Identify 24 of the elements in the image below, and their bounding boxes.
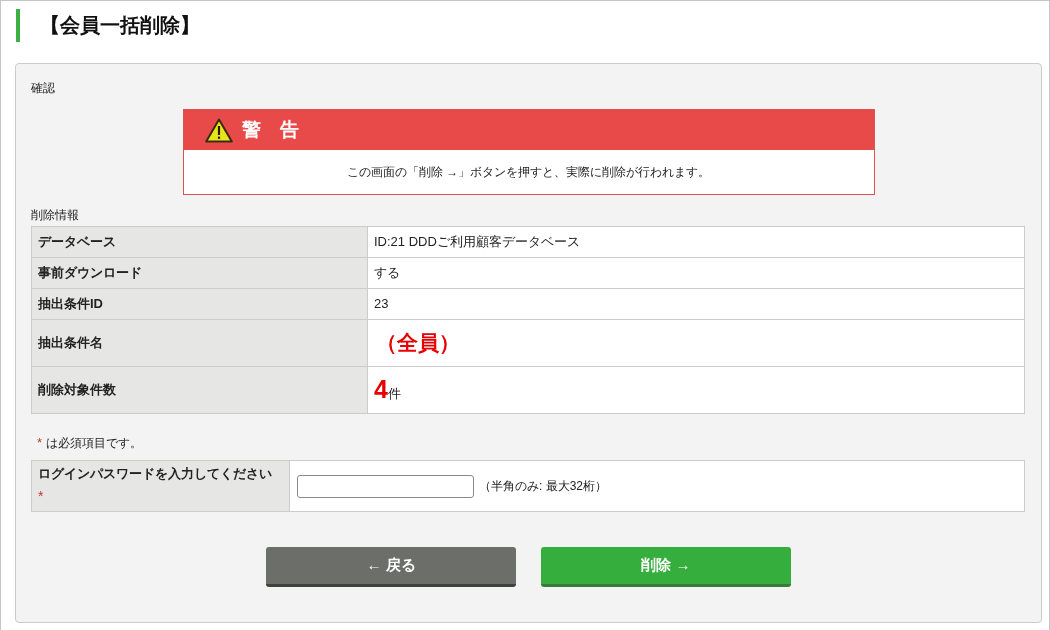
required-note: は必須項目です。 bbox=[46, 435, 143, 452]
page-title: 【会員一括削除】 bbox=[16, 9, 208, 42]
warning-icon bbox=[204, 117, 233, 143]
row-label: データベース bbox=[31, 226, 368, 258]
row-label: 事前ダウンロード bbox=[31, 257, 368, 289]
required-mark: * bbox=[38, 487, 44, 505]
password-field[interactable] bbox=[297, 474, 474, 498]
section-title: 確認 bbox=[31, 80, 55, 97]
warning-message: この画面の「削除 →」ボタンを押すと、実際に削除が行われます。 bbox=[345, 164, 712, 181]
delete-button[interactable]: 削除 → bbox=[541, 547, 791, 587]
table-cell: 4件 bbox=[367, 366, 1025, 414]
field-label: ログインパスワードを入力してください bbox=[38, 465, 273, 483]
table-cell: （全員） bbox=[367, 319, 1025, 367]
table-cell: する bbox=[367, 257, 1025, 289]
section-title: 削除情報 bbox=[31, 207, 79, 223]
warning-title: 警 告 bbox=[241, 118, 299, 142]
table-cell: ID:21 DDDご利用顧客データベース bbox=[367, 226, 1025, 258]
table-cell: 23 bbox=[367, 288, 1025, 320]
back-button[interactable]: ← 戻る bbox=[266, 547, 516, 587]
row-label: 抽出条件ID bbox=[31, 288, 368, 320]
required-mark: * bbox=[37, 434, 43, 452]
row-label: 削除対象件数 bbox=[31, 366, 368, 414]
row-label: 抽出条件名 bbox=[31, 319, 368, 367]
field-hint: （半角のみ: 最大32桁） bbox=[479, 478, 607, 495]
